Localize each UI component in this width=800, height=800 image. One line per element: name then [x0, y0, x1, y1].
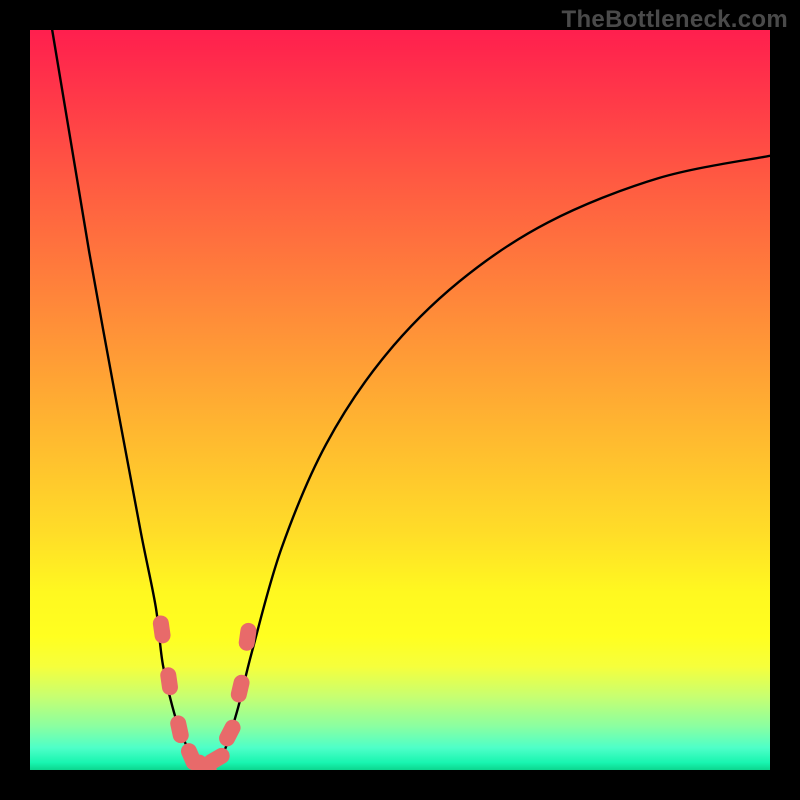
marker-point: [229, 673, 251, 704]
plot-area: [30, 30, 770, 770]
chart-frame: TheBottleneck.com: [0, 0, 800, 800]
marker-group: [152, 614, 258, 770]
marker-point: [216, 717, 243, 749]
bottleneck-curve: [52, 30, 770, 770]
marker-point: [238, 622, 258, 652]
curve-layer: [30, 30, 770, 770]
marker-point: [200, 745, 232, 770]
marker-point: [169, 714, 191, 745]
marker-point: [152, 614, 172, 644]
marker-point: [159, 666, 179, 696]
